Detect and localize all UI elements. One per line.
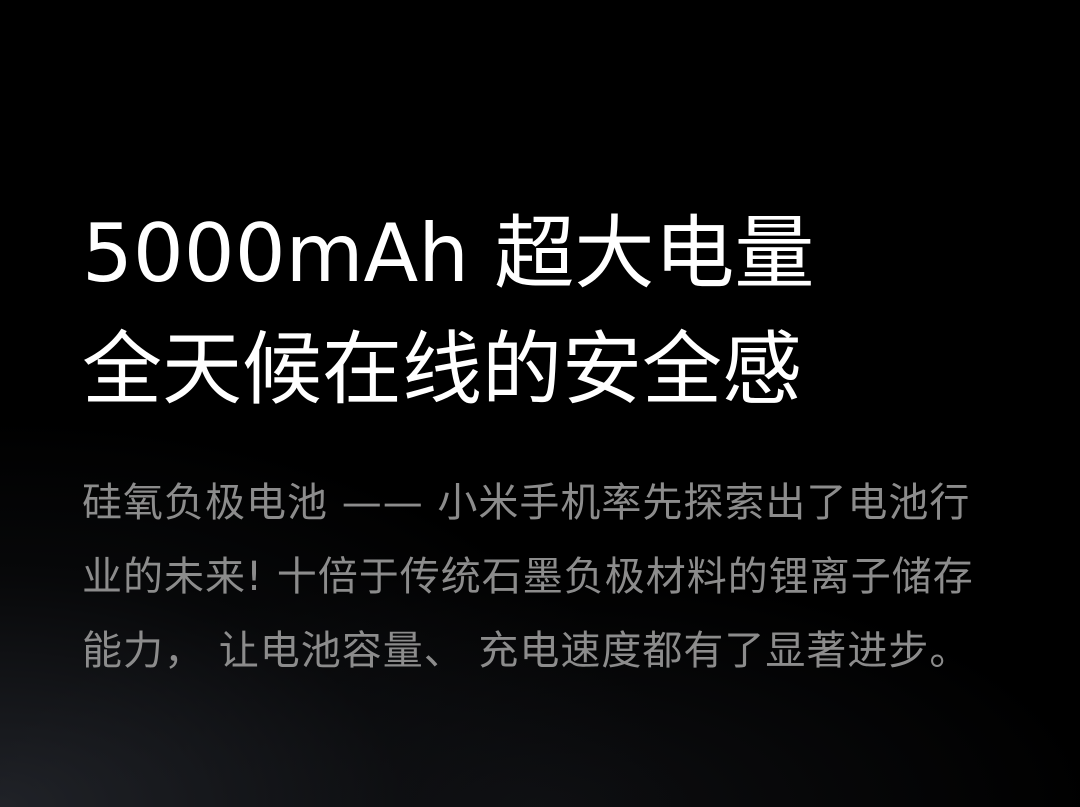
feature-description: 硅氧负极电池 —— 小米手机率先探索出了电池行业的未来! 十倍于传统石墨负极材料… (82, 480, 974, 674)
feature-headline: 5000mAh 超大电量 全天候在线的安全感 (82, 196, 1002, 428)
headline-line-1: 5000mAh 超大电量 (82, 207, 815, 300)
battery-feature-section: 5000mAh 超大电量 全天候在线的安全感 硅氧负极电池 —— 小米手机率先探… (82, 196, 1002, 688)
headline-line-2: 全天候在线的安全感 (82, 323, 802, 416)
